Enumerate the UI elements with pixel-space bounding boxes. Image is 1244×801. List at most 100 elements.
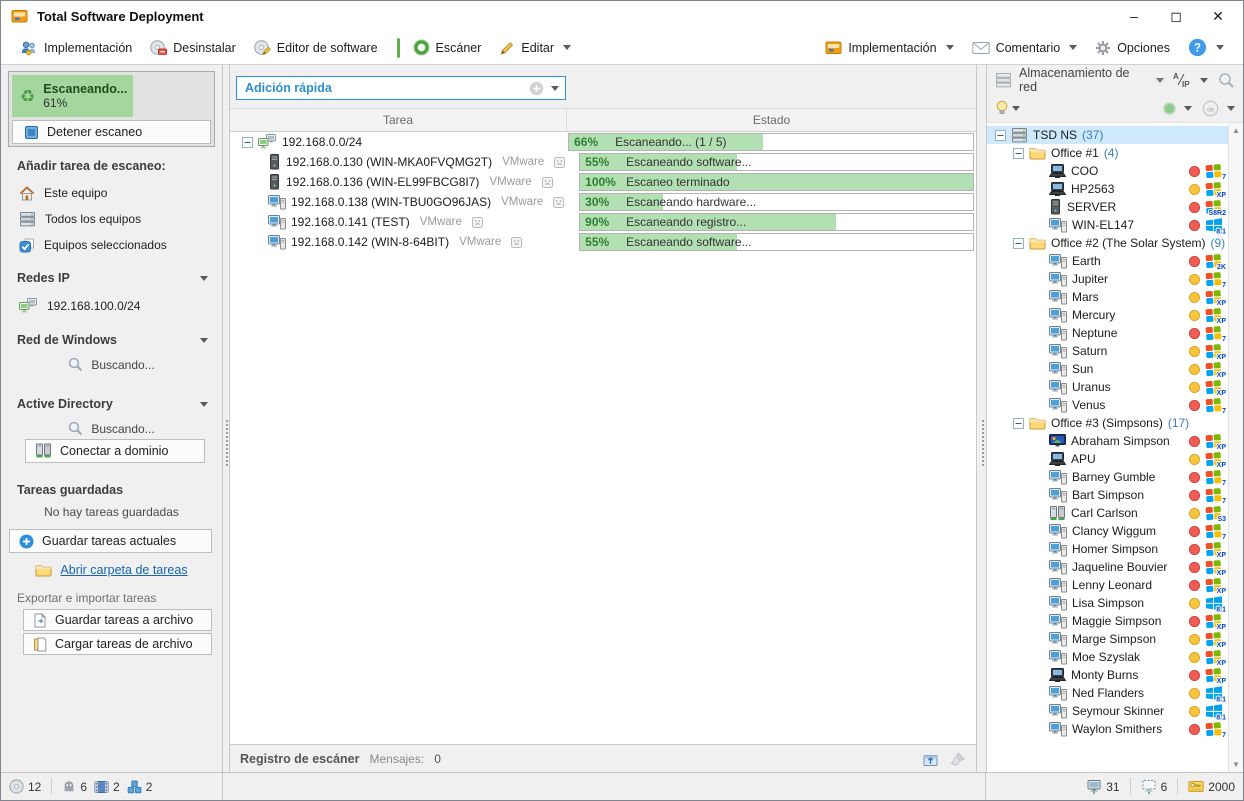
computer-row[interactable]: Carl Carlson S3: [987, 504, 1228, 522]
ip-networks-header[interactable]: Redes IP: [1, 271, 222, 285]
computer-row[interactable]: Saturn XP: [987, 342, 1228, 360]
help-button[interactable]: ?: [1179, 34, 1233, 61]
add-plus-icon: [19, 534, 34, 549]
computer-row[interactable]: Marge Simpson XP: [987, 630, 1228, 648]
tree-collapse-icon[interactable]: [1013, 417, 1024, 429]
connect-domain-button[interactable]: Conectar a dominio: [25, 439, 205, 463]
chevron-down-icon[interactable]: [1200, 77, 1208, 83]
tree-root-row[interactable]: TSD NS (37): [987, 126, 1228, 144]
computer-row[interactable]: Earth 2K: [987, 252, 1228, 270]
computer-row[interactable]: Venus 7: [987, 396, 1228, 414]
chevron-down-icon[interactable]: [551, 85, 559, 91]
sidebar-item-all-computers[interactable]: Todos los equipos: [1, 209, 222, 229]
search-icon[interactable]: [1218, 72, 1235, 89]
computer-row[interactable]: Jupiter 7: [987, 270, 1228, 288]
tree-collapse-icon[interactable]: [1013, 237, 1024, 249]
open-log-window-icon[interactable]: [922, 751, 939, 767]
ip-network-item[interactable]: 192.168.100.0/24: [1, 296, 222, 316]
computer-row[interactable]: Barney Gumble 7: [987, 468, 1228, 486]
tree-collapse-icon[interactable]: [995, 129, 1006, 141]
lightbulb-icon[interactable]: [995, 100, 1009, 117]
computer-row[interactable]: Bart Simpson 7: [987, 486, 1228, 504]
active-directory-header[interactable]: Active Directory: [1, 397, 222, 411]
computer-row[interactable]: Sun XP: [987, 360, 1228, 378]
open-task-folder-link[interactable]: Abrir carpeta de tareas: [1, 563, 222, 577]
right-splitter[interactable]: [977, 65, 986, 772]
computer-row[interactable]: Moe Szyslak XP: [987, 648, 1228, 666]
maximize-button[interactable]: ◻: [1155, 3, 1197, 29]
sidebar-item-selected-computers[interactable]: Equipos seleccionados: [1, 235, 222, 255]
quick-add-combo[interactable]: Adición rápida: [236, 76, 566, 100]
desktop-icon: [1049, 631, 1067, 647]
tree-group-row[interactable]: Office #2 (The Solar System) (9): [987, 234, 1228, 252]
task-row[interactable]: 192.168.0.0/24 66% Escaneando... (1 / 5): [230, 132, 976, 152]
deploy-button[interactable]: Implementación: [11, 36, 141, 60]
tree-collapse-icon[interactable]: [1013, 147, 1024, 159]
chevron-down-icon[interactable]: [1012, 106, 1020, 111]
computer-row[interactable]: Uranus XP: [987, 378, 1228, 396]
os-filter-icon[interactable]: os: [1202, 100, 1219, 117]
task-row[interactable]: 192.168.0.130 (WIN-MKA0FVQMG2T) VMware 55%…: [230, 152, 976, 172]
column-header-task[interactable]: Tarea: [230, 109, 567, 131]
scroll-up-icon[interactable]: ▲: [1229, 126, 1243, 135]
computer-row[interactable]: WIN-EL147 8.1: [987, 216, 1228, 234]
sidebar-item-this-computer[interactable]: Este equipo: [1, 183, 222, 203]
computer-row[interactable]: Waylon Smithers 7: [987, 720, 1228, 738]
folder-icon: [1029, 236, 1046, 250]
windows-network-header[interactable]: Red de Windows: [1, 333, 222, 347]
computer-row[interactable]: Mercury XP: [987, 306, 1228, 324]
active-directory-searching: Buscando...: [1, 421, 222, 436]
tree-group-row[interactable]: Office #1 (4): [987, 144, 1228, 162]
computer-row[interactable]: COO 7: [987, 162, 1228, 180]
sort-a-ip-icon[interactable]: A IP: [1171, 71, 1193, 89]
computer-row[interactable]: Homer Simpson XP: [987, 540, 1228, 558]
chevron-down-icon[interactable]: [1156, 77, 1164, 83]
column-header-status[interactable]: Estado: [567, 109, 976, 131]
desktop-icon: [1049, 253, 1067, 269]
add-icon[interactable]: [529, 81, 544, 96]
storage-title[interactable]: Almacenamiento de red: [1019, 66, 1146, 94]
load-tasks-file-button[interactable]: Cargar tareas de archivo: [23, 633, 212, 655]
deployment-menu-button[interactable]: Implementación: [816, 36, 962, 59]
uninstall-button[interactable]: Desinstalar: [141, 36, 245, 60]
computer-row[interactable]: HP2563 XP: [987, 180, 1228, 198]
computer-row[interactable]: Mars XP: [987, 288, 1228, 306]
computer-row[interactable]: Jaqueline Bouvier XP: [987, 558, 1228, 576]
comment-button[interactable]: Comentario: [963, 37, 1087, 59]
scroll-down-icon[interactable]: ▼: [1229, 760, 1243, 769]
tree-group-row[interactable]: Office #3 (Simpsons) (17): [987, 414, 1228, 432]
minimize-button[interactable]: –: [1113, 3, 1155, 29]
tree-scrollbar[interactable]: ▲ ▼: [1228, 123, 1243, 772]
options-button[interactable]: Opciones: [1086, 36, 1179, 60]
stop-scan-button[interactable]: Detener escaneo: [12, 120, 211, 144]
computer-row[interactable]: Clancy Wiggum 7: [987, 522, 1228, 540]
task-row[interactable]: 192.168.0.136 (WIN-EL99FBCG8I7) VMware 100…: [230, 172, 976, 192]
task-row[interactable]: 192.168.0.142 (WIN-8-64BIT) VMware 55% Esca…: [230, 232, 976, 252]
computer-row[interactable]: SERVER S8R2: [987, 198, 1228, 216]
online-filter-dot-icon[interactable]: [1163, 102, 1176, 115]
os-icon-7: 7: [1205, 469, 1226, 486]
computer-row[interactable]: Ned Flanders 8.1: [987, 684, 1228, 702]
group-name: Office #1: [1051, 146, 1099, 160]
scanner-button[interactable]: Escáner: [404, 35, 491, 60]
computer-row[interactable]: Abraham Simpson XP: [987, 432, 1228, 450]
computer-row[interactable]: APU XP: [987, 450, 1228, 468]
software-editor-button[interactable]: Editor de software: [245, 36, 387, 60]
save-tasks-file-button[interactable]: Guardar tareas a archivo: [23, 609, 212, 631]
chevron-down-icon[interactable]: [1227, 106, 1235, 111]
edit-button[interactable]: Editar: [490, 36, 580, 60]
tree-collapse-icon[interactable]: [242, 136, 253, 148]
computer-row[interactable]: Lisa Simpson 8.1: [987, 594, 1228, 612]
chevron-down-icon[interactable]: [1184, 106, 1192, 111]
task-row[interactable]: 192.168.0.141 (TEST) VMware 90% Escaneando …: [230, 212, 976, 232]
save-current-tasks-button[interactable]: Guardar tareas actuales: [9, 529, 212, 553]
computer-row[interactable]: Lenny Leonard XP: [987, 576, 1228, 594]
computer-row[interactable]: Maggie Simpson XP: [987, 612, 1228, 630]
status-dot-red: [1189, 669, 1200, 681]
task-row[interactable]: 192.168.0.138 (WIN-TBU0GO96JAS) VMware 30%…: [230, 192, 976, 212]
clear-log-brush-icon[interactable]: [949, 751, 966, 767]
close-button[interactable]: ✕: [1197, 3, 1239, 29]
computer-row[interactable]: Monty Burns XP: [987, 666, 1228, 684]
computer-row[interactable]: Seymour Skinner 8.1: [987, 702, 1228, 720]
computer-row[interactable]: Neptune 7: [987, 324, 1228, 342]
